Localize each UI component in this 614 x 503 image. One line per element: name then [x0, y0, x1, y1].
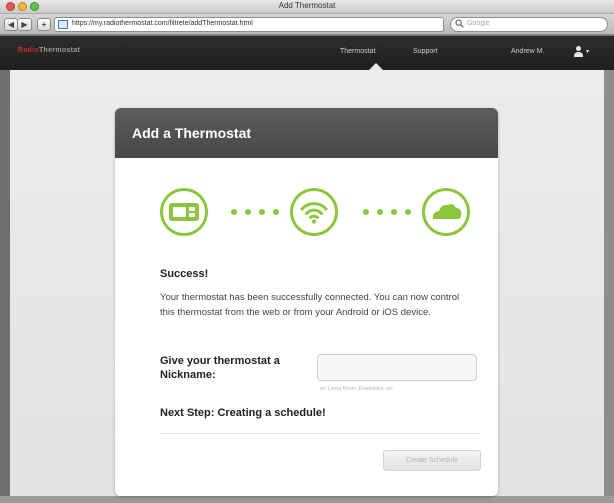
step-wifi-circle	[290, 188, 338, 236]
cloud-icon	[432, 204, 462, 219]
user-icon[interactable]	[573, 46, 583, 58]
card-header: Add a Thermostat	[115, 108, 498, 158]
success-heading: Success!	[160, 268, 209, 280]
nav-link-thermostat[interactable]: Thermostat	[340, 48, 375, 55]
window-title: Add Thermostat	[278, 1, 336, 10]
new-tab-button[interactable]: +	[37, 18, 51, 31]
url-text[interactable]: https://my.radiothermostat.com/filtrete/…	[72, 20, 253, 27]
step-thermostat-circle	[160, 188, 208, 236]
back-button[interactable]: ◀	[4, 18, 18, 31]
add-thermostat-card: Add a Thermostat Success! Your thermosta…	[115, 108, 498, 496]
browser-toolbar: ◀ ▶ + https://my.radiothermostat.com/fil…	[0, 14, 614, 35]
step-cloud-circle	[422, 188, 470, 236]
window-titlebar: Add Thermostat	[0, 0, 614, 14]
nav-link-user-name[interactable]: Andrew M.	[511, 48, 544, 55]
window-bottom-edge	[0, 496, 614, 503]
nickname-input[interactable]	[317, 354, 477, 381]
card-title: Add a Thermostat	[132, 125, 252, 141]
success-message: Your thermostat has been successfully co…	[160, 292, 460, 318]
step-connector-dots	[227, 209, 287, 215]
active-nav-pointer	[369, 63, 383, 70]
wifi-icon	[300, 202, 328, 224]
search-icon	[455, 19, 464, 30]
search-field[interactable]: Google	[450, 17, 608, 32]
logo-text-radio: Radio	[18, 47, 39, 54]
divider	[160, 433, 480, 434]
logo-text-thermostat: Thermostat	[38, 47, 81, 54]
nickname-label: Give your thermostat a Nickname:	[160, 355, 280, 381]
address-bar[interactable]: https://my.radiothermostat.com/filtrete/…	[54, 17, 486, 32]
nav-link-support[interactable]: Support	[413, 48, 438, 55]
site-logo[interactable]: RadioThermostat	[18, 47, 80, 54]
next-step-text: Next Step: Creating a schedule!	[160, 407, 326, 419]
create-schedule-button[interactable]: Create Schedule	[383, 450, 481, 471]
search-placeholder: Google	[467, 20, 490, 27]
nickname-hint: ex: Living Room, Downstairs, etc.	[320, 386, 395, 392]
thermostat-device-icon	[169, 203, 199, 221]
window-edge	[604, 70, 614, 496]
forward-button[interactable]: ▶	[18, 18, 32, 31]
site-navbar: RadioThermostat Thermostat Support Andre…	[0, 36, 614, 70]
step-connector-dots	[359, 209, 419, 215]
site-favicon-icon	[58, 20, 68, 29]
user-menu-chevron-icon[interactable]: ▾	[586, 48, 589, 55]
